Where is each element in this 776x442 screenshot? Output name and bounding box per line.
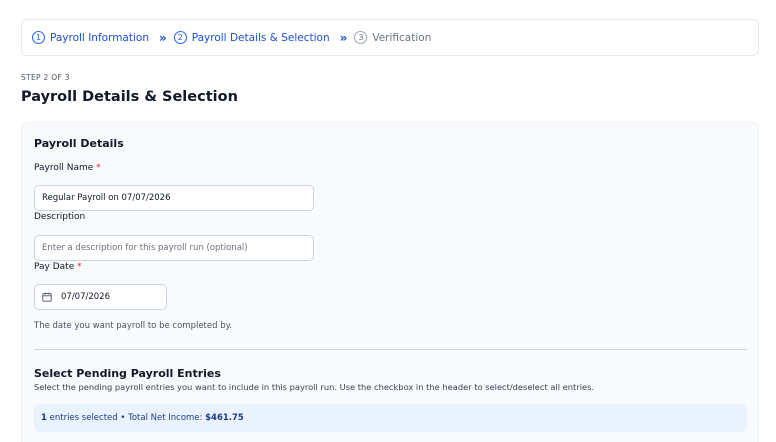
- payroll-name-label: Payroll Name *: [34, 163, 101, 173]
- chevron-double-right-icon: »: [339, 30, 348, 45]
- pay-date-picker[interactable]: 07/07/2026: [34, 284, 167, 310]
- divider: [34, 349, 747, 350]
- selection-summary: 1 entries selected • Total Net Income: $…: [34, 404, 747, 432]
- step-number-1: 1: [32, 31, 45, 44]
- page-title: Payroll Details & Selection: [21, 89, 238, 105]
- payroll-details-card: Payroll Details Payroll Name * Descripti…: [21, 122, 759, 442]
- pay-date-value: 07/07/2026: [61, 292, 110, 302]
- required-mark: *: [77, 262, 82, 272]
- step-verification[interactable]: 3 Verification: [354, 31, 431, 44]
- step-number-2: 2: [173, 31, 187, 44]
- stepper: 1 Payroll Information » 2 Payroll Detail…: [21, 19, 759, 56]
- payroll-name-input[interactable]: [34, 185, 314, 211]
- entries-title: Select Pending Payroll Entries: [34, 367, 221, 380]
- section-title: Payroll Details: [34, 137, 124, 150]
- selected-count: 1: [41, 413, 47, 423]
- step-number-3: 3: [354, 31, 368, 44]
- description-input[interactable]: [34, 235, 314, 261]
- step-count: STEP 2 OF 3: [21, 73, 70, 82]
- pay-date-label: Pay Date *: [34, 262, 82, 272]
- chevron-double-right-icon: »: [158, 30, 167, 45]
- entries-description: Select the pending payroll entries you w…: [34, 382, 595, 392]
- pay-date-hint: The date you want payroll to be complete…: [34, 321, 233, 331]
- step-label: Payroll Information: [50, 31, 149, 44]
- step-label: Payroll Details & Selection: [191, 31, 330, 44]
- total-net-income: $461.75: [205, 413, 244, 423]
- step-payroll-details[interactable]: 2 Payroll Details & Selection: [173, 31, 330, 44]
- selected-text: entries selected • Total Net Income:: [49, 413, 203, 423]
- step-payroll-information[interactable]: 1 Payroll Information: [32, 31, 149, 44]
- calendar-icon: [42, 292, 52, 302]
- step-label: Verification: [372, 31, 432, 44]
- required-mark: *: [96, 163, 101, 173]
- description-label: Description: [34, 212, 86, 222]
